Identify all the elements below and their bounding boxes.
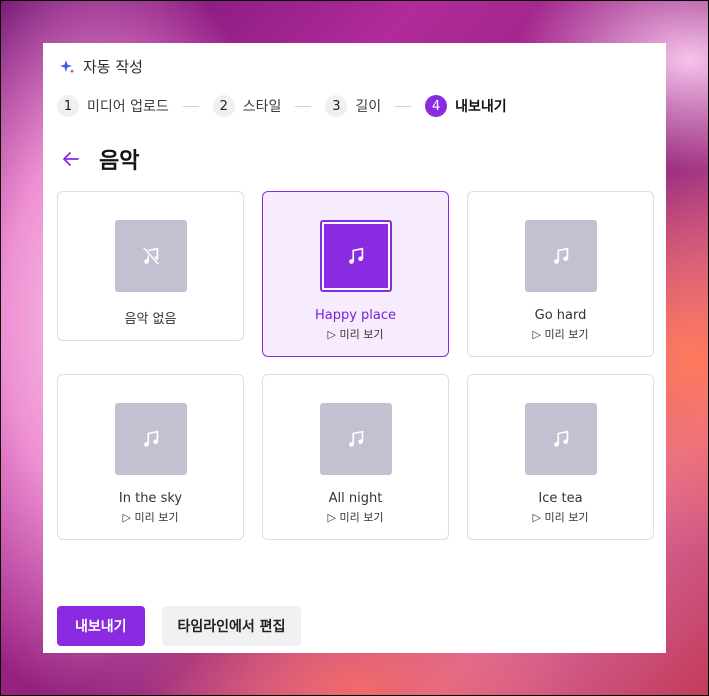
step-separator [182, 105, 199, 107]
music-thumbnail [115, 220, 187, 292]
music-note-icon [554, 430, 569, 447]
music-option-go-hard[interactable]: Go hard ▷ 미리 보기 [467, 191, 654, 357]
music-option-ice-tea[interactable]: Ice tea ▷ 미리 보기 [467, 374, 654, 540]
music-thumbnail [525, 220, 597, 292]
music-option-title: In the sky [118, 491, 183, 506]
music-thumbnail [525, 403, 597, 475]
music-note-icon [554, 247, 569, 264]
preview-link[interactable]: ▷ 미리 보기 [468, 509, 653, 525]
step-label: 스타일 [242, 99, 282, 115]
music-option-title: Go hard [534, 308, 587, 323]
music-off-icon [142, 246, 160, 266]
step-label: 미디어 업로드 [87, 99, 169, 115]
preview-link[interactable]: ▷ 미리 보기 [263, 326, 448, 342]
step-indicator: 1 미디어 업로드 2 스타일 3 길이 4 내보내기 [57, 95, 507, 117]
panel-header: 자동 작성 [59, 56, 143, 77]
music-thumbnail [115, 403, 187, 475]
music-thumbnail [320, 220, 392, 292]
music-note-icon [349, 247, 364, 264]
export-button[interactable]: 내보내기 [57, 606, 145, 646]
step-export[interactable]: 4 내보내기 [425, 95, 507, 117]
step-separator [295, 105, 312, 107]
music-option-happy-place[interactable]: Happy place ▷ 미리 보기 [262, 191, 449, 357]
panel-footer: 내보내기 타임라인에서 편집 [57, 606, 302, 646]
music-option-none[interactable]: 음악 없음 [57, 191, 244, 341]
step-separator [395, 105, 412, 107]
music-thumbnail [320, 403, 392, 475]
music-option-title: 음악 없음 [124, 312, 177, 327]
music-option-title: All night [328, 491, 383, 506]
header-title: 자동 작성 [83, 58, 143, 76]
step-label: 길이 [355, 99, 382, 115]
preview-link[interactable]: ▷ 미리 보기 [263, 509, 448, 525]
sparkle-icon [60, 59, 75, 73]
music-option-all-night[interactable]: All night ▷ 미리 보기 [262, 374, 449, 540]
preview-link[interactable]: ▷ 미리 보기 [58, 509, 243, 525]
music-note-icon [349, 430, 364, 447]
music-option-title: Happy place [314, 308, 397, 323]
step-label: 내보내기 [455, 99, 507, 115]
step-style[interactable]: 2 스타일 [212, 95, 282, 117]
step-number: 3 [325, 95, 348, 117]
auto-create-panel: 자동 작성 1 미디어 업로드 2 스타일 3 길이 4 내보내기 음악 음악 … [43, 43, 666, 653]
preview-link[interactable]: ▷ 미리 보기 [468, 326, 653, 342]
edit-in-timeline-button[interactable]: 타임라인에서 편집 [161, 606, 302, 646]
step-media-upload[interactable]: 1 미디어 업로드 [57, 95, 169, 117]
step-number: 2 [212, 95, 235, 117]
step-number: 1 [57, 95, 79, 117]
arrow-left-icon[interactable] [61, 149, 81, 169]
page-title: 음악 [99, 149, 140, 174]
music-note-icon [144, 430, 159, 447]
step-length[interactable]: 3 길이 [325, 95, 381, 117]
music-option-title: Ice tea [538, 491, 583, 506]
page-title-row: 음악 [61, 143, 139, 175]
step-number: 4 [425, 95, 448, 117]
music-option-in-the-sky[interactable]: In the sky ▷ 미리 보기 [57, 374, 244, 540]
